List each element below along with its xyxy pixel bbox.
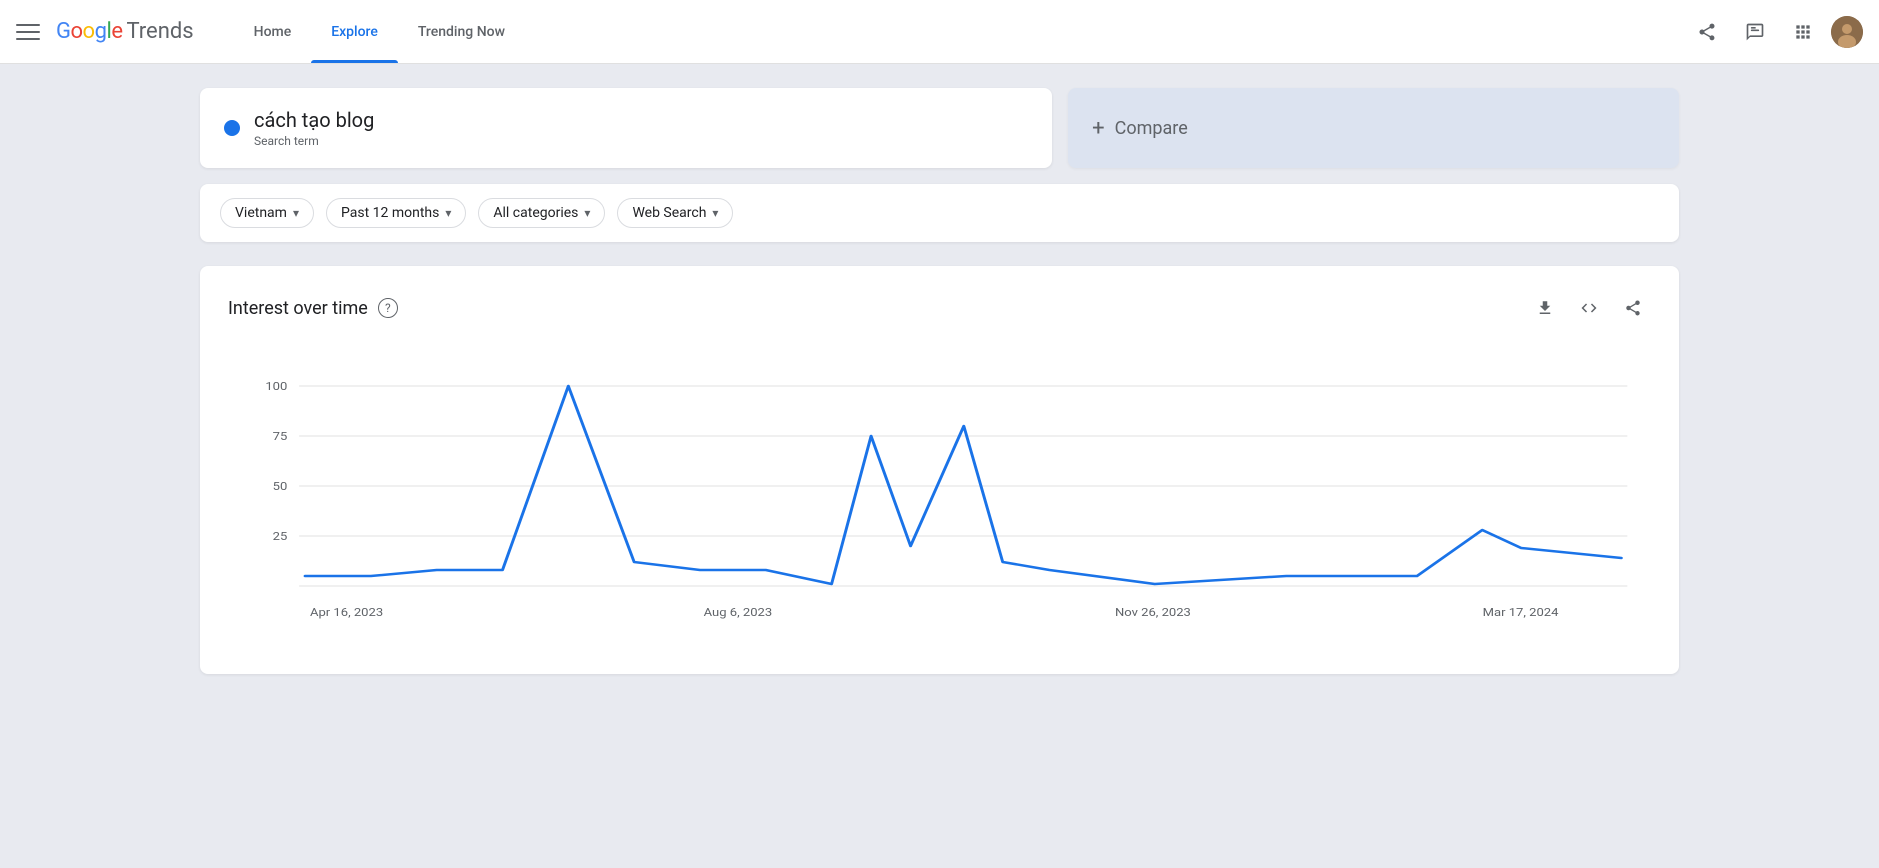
chevron-down-icon: ▾ [584, 206, 590, 220]
svg-text:Mar 17, 2024: Mar 17, 2024 [1483, 606, 1559, 619]
apps-button[interactable] [1783, 12, 1823, 52]
compare-label: Compare [1115, 118, 1188, 139]
chart-card: Interest over time ? [200, 266, 1679, 674]
avatar-image [1831, 16, 1863, 48]
menu-button[interactable] [16, 20, 40, 44]
chart-title-row: Interest over time ? [228, 298, 398, 319]
svg-text:75: 75 [273, 430, 288, 443]
nav-explore[interactable]: Explore [311, 0, 398, 63]
logo: Google Trends [56, 19, 194, 44]
share-chart-button[interactable] [1615, 290, 1651, 326]
google-wordmark: Google [56, 19, 122, 44]
chart-actions [1527, 290, 1651, 326]
embed-icon [1580, 299, 1598, 317]
search-term-info: cách tạo blog Search term [254, 108, 374, 148]
svg-text:Apr 16, 2023: Apr 16, 2023 [310, 606, 383, 619]
svg-text:25: 25 [273, 530, 288, 543]
chevron-down-icon: ▾ [712, 206, 718, 220]
search-row: cách tạo blog Search term + Compare [200, 88, 1679, 168]
trends-wordmark: Trends [126, 19, 193, 44]
main-nav: Home Explore Trending Now [234, 0, 525, 63]
chart-line [305, 386, 1621, 584]
chart-title: Interest over time [228, 298, 368, 319]
share-icon [1697, 22, 1717, 42]
filter-country-label: Vietnam [235, 205, 287, 221]
compare-plus-icon: + [1092, 116, 1104, 141]
embed-button[interactable] [1571, 290, 1607, 326]
help-icon[interactable]: ? [378, 298, 398, 318]
filter-category-label: All categories [493, 205, 578, 221]
main-content: cách tạo blog Search term + Compare Viet… [0, 64, 1879, 698]
filter-timeframe-label: Past 12 months [341, 205, 439, 221]
feedback-button[interactable] [1735, 12, 1775, 52]
header: Google Trends Home Explore Trending Now [0, 0, 1879, 64]
download-icon [1536, 299, 1554, 317]
apps-icon [1793, 22, 1813, 42]
filter-search-type-label: Web Search [632, 205, 706, 221]
chevron-down-icon: ▾ [445, 206, 451, 220]
share-button[interactable] [1687, 12, 1727, 52]
svg-text:Nov 26, 2023: Nov 26, 2023 [1115, 606, 1191, 619]
search-term-type: Search term [254, 134, 374, 148]
search-dot [224, 120, 240, 136]
filter-row: Vietnam ▾ Past 12 months ▾ All categorie… [200, 184, 1679, 242]
share-chart-icon [1624, 299, 1642, 317]
header-right [1687, 12, 1863, 52]
nav-home[interactable]: Home [234, 0, 312, 63]
search-term-text: cách tạo blog [254, 108, 374, 132]
filter-timeframe[interactable]: Past 12 months ▾ [326, 198, 466, 228]
svg-text:50: 50 [273, 480, 288, 493]
download-button[interactable] [1527, 290, 1563, 326]
header-left: Google Trends [16, 19, 194, 44]
filter-country[interactable]: Vietnam ▾ [220, 198, 314, 228]
chart-header: Interest over time ? [228, 290, 1651, 326]
filter-category[interactable]: All categories ▾ [478, 198, 605, 228]
compare-card[interactable]: + Compare [1068, 88, 1679, 168]
avatar-icon [1831, 16, 1863, 48]
feedback-icon [1745, 22, 1765, 42]
avatar[interactable] [1831, 16, 1863, 48]
nav-trending-now[interactable]: Trending Now [398, 0, 525, 63]
chevron-down-icon: ▾ [293, 206, 299, 220]
interest-chart: 100 75 50 25 Apr 16, 2023 Aug 6, 2023 No… [228, 346, 1651, 646]
svg-text:Aug 6, 2023: Aug 6, 2023 [704, 606, 773, 619]
filter-search-type[interactable]: Web Search ▾ [617, 198, 733, 228]
svg-text:100: 100 [265, 380, 287, 393]
chart-container: 100 75 50 25 Apr 16, 2023 Aug 6, 2023 No… [228, 346, 1651, 650]
search-term-card: cách tạo blog Search term [200, 88, 1052, 168]
